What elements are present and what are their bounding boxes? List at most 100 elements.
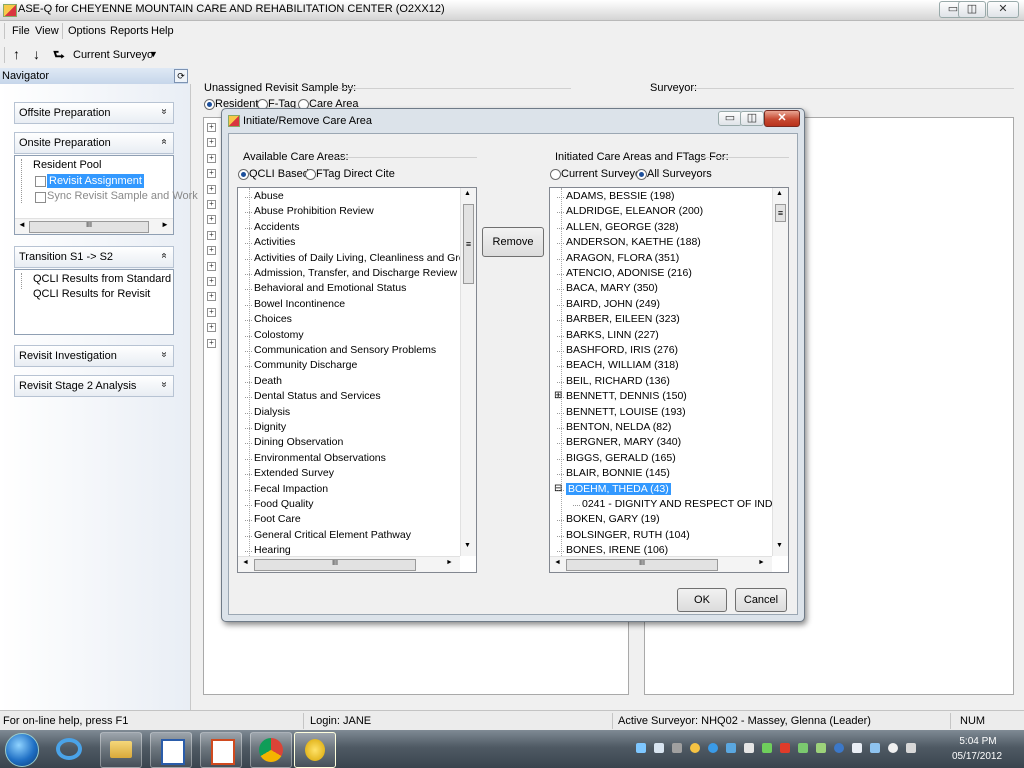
- pin-icon[interactable]: ⟳: [174, 69, 188, 83]
- surveyor-select[interactable]: Current Surveyo: [73, 49, 153, 61]
- cancel-button[interactable]: Cancel: [735, 588, 787, 612]
- resident-tree-item[interactable]: BASHFORD, IRIS (276): [556, 344, 678, 356]
- resident-tree-item[interactable]: BLAIR, BONNIE (145): [557, 467, 670, 479]
- resident-tree-item[interactable]: BENNETT, LOUISE (193): [557, 406, 686, 418]
- expand-icon[interactable]: +: [207, 169, 216, 179]
- update-icon[interactable]: [708, 743, 718, 753]
- menu-file[interactable]: File: [12, 25, 30, 37]
- dialog-maximize-button[interactable]: ◫: [740, 111, 764, 126]
- care-area-item[interactable]: Dental Status and Services: [245, 390, 381, 402]
- care-area-item[interactable]: Abuse Prohibition Review: [245, 205, 374, 217]
- expand-icon[interactable]: +: [207, 261, 216, 271]
- taskbar-word-button[interactable]: [150, 732, 192, 768]
- resident-tree-item[interactable]: ADAMS, BESSIE (198): [557, 190, 675, 202]
- scroll-left-icon[interactable]: ◄: [242, 559, 249, 566]
- care-area-item[interactable]: Dialysis: [244, 406, 290, 418]
- scroll-thumb[interactable]: III: [254, 559, 416, 571]
- qcli-based-label[interactable]: QCLI Based: [249, 168, 309, 180]
- scroll-thumb[interactable]: III: [29, 221, 149, 233]
- revisit-stage2-button[interactable]: Revisit Stage 2 Analysis »: [14, 375, 174, 397]
- care-area-item[interactable]: Hearing: [245, 544, 291, 556]
- care-area-item[interactable]: Food Quality: [245, 498, 314, 510]
- ok-button[interactable]: OK: [677, 588, 727, 612]
- care-area-item[interactable]: Extended Survey: [245, 467, 334, 479]
- care-area-item[interactable]: Bowel Incontinence: [244, 298, 345, 310]
- resident-tree-item[interactable]: ANDERSON, KAETHE (188): [557, 236, 701, 248]
- gear-icon[interactable]: [690, 743, 700, 753]
- expand-icon[interactable]: +: [207, 184, 216, 194]
- resident-tree-item[interactable]: BEACH, WILLIAM (318): [557, 359, 679, 371]
- care-area-item[interactable]: Community Discharge: [244, 359, 357, 371]
- scroll-up-icon[interactable]: ▲: [464, 190, 471, 197]
- tools-icon[interactable]: [798, 743, 808, 753]
- care-area-item[interactable]: Colostomy: [245, 329, 304, 341]
- care-area-item[interactable]: Admission, Transfer, and Discharge Revie…: [244, 267, 457, 279]
- expand-icon[interactable]: +: [207, 138, 216, 148]
- care-area-item[interactable]: Death: [244, 375, 282, 387]
- care-area-item[interactable]: Activities of Daily Living, Cleanliness …: [244, 252, 476, 264]
- display-icon[interactable]: [654, 743, 664, 753]
- navigator-hscrollbar[interactable]: ◄ III ►: [15, 218, 173, 234]
- all-surveyors-label[interactable]: All Surveyors: [647, 168, 712, 180]
- available-vscrollbar[interactable]: ▲ ≡ ▼: [460, 188, 476, 556]
- scroll-down-icon[interactable]: ▼: [776, 542, 783, 549]
- network-icon[interactable]: [636, 743, 646, 753]
- expand-icon[interactable]: +: [207, 200, 216, 209]
- resident-tree-item[interactable]: BOKEN, GARY (19): [557, 513, 660, 525]
- available-care-areas-list[interactable]: Abuse Abuse Prohibition Review Accidents Ac…: [237, 187, 477, 573]
- scroll-left-icon[interactable]: ◄: [18, 220, 26, 229]
- resident-tree-item[interactable]: BENNETT, DENNIS (150): [557, 390, 687, 402]
- current-surveyor-label[interactable]: Current Surveyor: [561, 168, 645, 180]
- menu-options[interactable]: Options: [68, 25, 106, 37]
- antivirus-icon[interactable]: [780, 743, 790, 753]
- expand-icon[interactable]: +: [207, 307, 216, 317]
- expand-icon[interactable]: +: [207, 153, 216, 163]
- initiated-hscrollbar[interactable]: ◄ III ►: [550, 556, 772, 572]
- edit-icon[interactable]: [726, 743, 736, 753]
- resident-tree-item[interactable]: ATENCIO, ADONISE (216): [557, 267, 692, 279]
- scroll-left-icon[interactable]: ◄: [554, 559, 561, 566]
- resident-tree-item[interactable]: BARKS, LINN (227): [557, 329, 659, 341]
- current-surveyor-radio[interactable]: [550, 169, 561, 180]
- resident-tree-item[interactable]: BOEHM, THEDA (43): [557, 482, 671, 495]
- menu-reports[interactable]: Reports: [110, 25, 149, 37]
- care-area-item[interactable]: Foot Care: [245, 513, 301, 525]
- care-area-item[interactable]: Accidents: [245, 221, 300, 233]
- tree-item-resident-pool[interactable]: Resident Pool: [33, 159, 102, 171]
- device-icon[interactable]: [870, 743, 880, 753]
- dialog-close-button[interactable]: ✕: [764, 110, 800, 127]
- resident-tree-item[interactable]: BEIL, RICHARD (136): [557, 375, 670, 387]
- care-area-item[interactable]: Dining Observation: [244, 436, 343, 448]
- start-button[interactable]: [5, 733, 39, 767]
- remove-button[interactable]: Remove: [482, 227, 544, 257]
- tree-item-qcli-standard[interactable]: QCLI Results from Standard: [33, 273, 171, 285]
- ftag-direct-cite-label[interactable]: FTag Direct Cite: [316, 168, 395, 180]
- resident-tree-item[interactable]: ARAGON, FLORA (351): [556, 252, 679, 264]
- expand-icon[interactable]: +: [207, 292, 216, 302]
- tree-item-qcli-revisit[interactable]: QCLI Results for Revisit: [33, 288, 150, 300]
- expand-icon[interactable]: +: [207, 338, 216, 348]
- initiated-vscrollbar[interactable]: ▲ ≡ ▼: [772, 188, 788, 556]
- care-area-item[interactable]: Dignity: [244, 421, 286, 433]
- care-area-item[interactable]: General Critical Element Pathway: [245, 529, 411, 541]
- care-area-item[interactable]: Activities: [244, 236, 295, 248]
- care-area-item[interactable]: Communication and Sensory Problems: [244, 344, 436, 356]
- offsite-preparation-button[interactable]: Offsite Preparation »: [14, 102, 174, 124]
- clock-time[interactable]: 5:04 PM: [952, 736, 1004, 747]
- taskbar-chrome-button[interactable]: [250, 732, 292, 768]
- dialog-minimize-button[interactable]: ▭: [718, 111, 742, 126]
- care-area-item[interactable]: Environmental Observations: [245, 452, 386, 464]
- close-button[interactable]: ✕: [987, 1, 1019, 18]
- expand-icon[interactable]: +: [207, 246, 216, 256]
- resident-tree-item[interactable]: ALLEN, GEORGE (328): [557, 221, 679, 233]
- available-hscrollbar[interactable]: ◄ III ►: [238, 556, 460, 572]
- expand-icon[interactable]: +: [207, 123, 216, 132]
- expand-icon[interactable]: +: [207, 215, 216, 225]
- window-icon[interactable]: [852, 743, 862, 753]
- care-area-item[interactable]: Choices: [245, 313, 292, 325]
- resident-tree-item[interactable]: 0241 - DIGNITY AND RESPECT OF INDIVIDU: [572, 498, 788, 510]
- scroll-thumb[interactable]: ≡: [463, 204, 474, 284]
- arrow-down-icon[interactable]: ↓: [33, 46, 40, 62]
- care-area-item[interactable]: Behavioral and Emotional Status: [244, 282, 406, 294]
- transition-button[interactable]: Transition S1 -> S2 «: [14, 246, 174, 268]
